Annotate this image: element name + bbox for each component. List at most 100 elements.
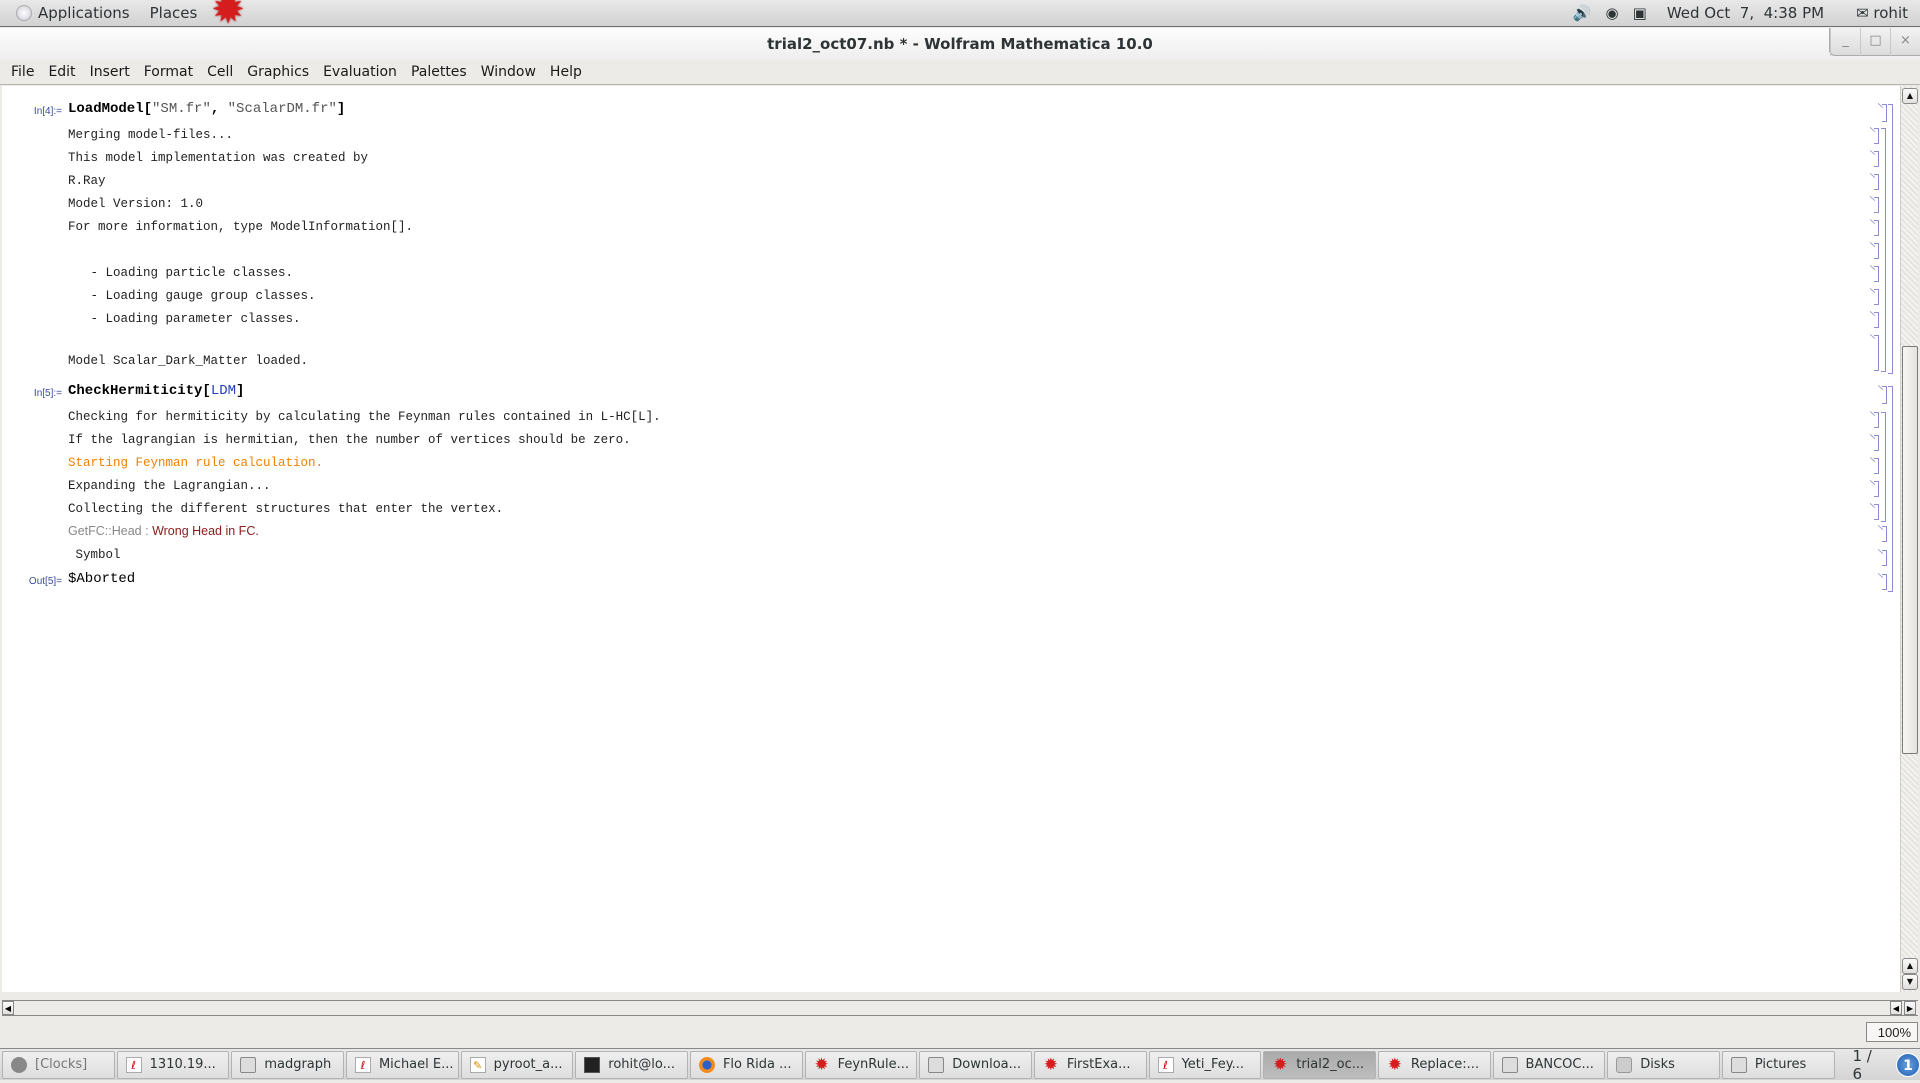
scroll-up-button[interactable]: ▲ (1902, 88, 1918, 104)
mathematica-app-icon[interactable] (207, 0, 253, 30)
cell-bracket[interactable] (1874, 481, 1879, 497)
scroll-right-button[interactable]: ▶ (1904, 1001, 1916, 1015)
mathematica-icon: ✹ (1043, 1054, 1059, 1075)
scroll-up-button-bottom[interactable]: ▲ (1902, 958, 1918, 974)
print-cell-highlight[interactable]: Starting Feynman rule calculation. (68, 456, 323, 470)
vertical-scrollbar[interactable]: ▲ ▲ ▼ (1900, 86, 1918, 992)
menu-window[interactable]: Window (474, 60, 543, 85)
cell-bracket[interactable] (1874, 458, 1879, 474)
menu-format[interactable]: Format (137, 60, 200, 85)
group-bracket-in5[interactable] (1888, 386, 1893, 592)
group-bracket-prints[interactable] (1881, 412, 1886, 522)
menu-palettes[interactable]: Palettes (404, 60, 474, 85)
task-terminal[interactable]: rohit@lo... (575, 1050, 688, 1079)
cell-bracket[interactable] (1874, 220, 1879, 236)
print-cell[interactable]: - Loading gauge group classes. (68, 289, 316, 303)
task-yeti[interactable]: ℓ Yeti_Fey... (1148, 1050, 1262, 1079)
vertical-scroll-thumb[interactable] (1902, 346, 1918, 754)
print-cell[interactable]: Expanding the Lagrangian... (68, 479, 271, 493)
cell-bracket[interactable] (1882, 526, 1887, 542)
workspace-switcher[interactable]: 1 / 6 (1843, 1047, 1897, 1083)
cell-bracket[interactable] (1874, 266, 1879, 282)
task-pyroot[interactable]: ✎ pyroot_a... (460, 1050, 574, 1079)
cell-bracket[interactable] (1874, 151, 1879, 167)
task-pdf-1310[interactable]: ℓ 1310.19... (116, 1050, 230, 1079)
cell-bracket[interactable] (1882, 104, 1887, 122)
bracket-close: ] (236, 383, 245, 399)
cell-bracket[interactable] (1874, 435, 1879, 451)
zoom-level-menu[interactable]: 100% (1866, 1022, 1918, 1042)
task-firefox[interactable]: Flo Rida ... (689, 1050, 803, 1079)
applications-menu[interactable]: Applications (0, 0, 140, 27)
print-cell[interactable]: Checking for hermiticity by calculating … (68, 410, 661, 424)
task-firstexa[interactable]: ✹ FirstExa... (1033, 1050, 1147, 1079)
task-downloads[interactable]: Downloa... (919, 1050, 1032, 1079)
cell-bracket[interactable] (1882, 386, 1887, 404)
menu-edit[interactable]: Edit (41, 60, 82, 85)
symbol-arg: LDM (210, 383, 237, 399)
task-michael[interactable]: ℓ Michael E... (345, 1050, 459, 1079)
task-bancoc[interactable]: BANCOC... (1492, 1050, 1606, 1079)
print-cell[interactable]: Model Version: 1.0 (68, 197, 203, 211)
close-button[interactable]: × (1890, 28, 1920, 56)
clock-datetime[interactable]: Wed Oct 7, 4:38 PM (1667, 4, 1824, 22)
minimize-button[interactable]: _ (1830, 28, 1860, 56)
cell-bracket[interactable] (1874, 128, 1879, 144)
menu-insert[interactable]: Insert (83, 60, 137, 85)
scroll-left-button[interactable]: ◀ (2, 1001, 14, 1015)
cell-bracket[interactable] (1874, 312, 1879, 328)
print-cell[interactable]: Symbol (68, 548, 121, 562)
menu-help[interactable]: Help (543, 60, 589, 85)
network-icon[interactable]: ▣ (1633, 4, 1647, 22)
places-menu[interactable]: Places (140, 0, 208, 27)
print-cell[interactable]: - Loading particle classes. (68, 266, 294, 280)
scroll-down-button[interactable]: ▼ (1902, 974, 1918, 990)
menu-file[interactable]: File (4, 60, 41, 85)
menu-graphics[interactable]: Graphics (240, 60, 316, 85)
cell-bracket[interactable] (1874, 243, 1879, 259)
group-bracket-prints[interactable] (1881, 128, 1886, 372)
cell-bracket[interactable] (1882, 550, 1887, 566)
menu-cell[interactable]: Cell (200, 60, 240, 85)
output-cell-5[interactable]: $Aborted (68, 571, 135, 587)
group-bracket-in4[interactable] (1888, 104, 1893, 374)
print-cell[interactable]: This model implementation was created by (68, 151, 368, 165)
window-titlebar[interactable]: trial2_oct07.nb * - Wolfram Mathematica … (0, 28, 1920, 60)
print-cell[interactable]: If the lagrangian is hermitian, then the… (68, 433, 631, 447)
task-disks[interactable]: Disks (1607, 1050, 1720, 1079)
notebook-area[interactable]: In[4]:= LoadModel["SM.fr", "ScalarDM.fr"… (2, 86, 1900, 992)
scroll-left-button-end[interactable]: ◀ (1890, 1001, 1902, 1015)
print-cell[interactable]: Merging model-files... (68, 128, 233, 142)
cell-bracket[interactable] (1882, 574, 1887, 590)
cell-bracket[interactable] (1874, 174, 1879, 190)
cell-bracket[interactable] (1874, 412, 1879, 428)
task-clocks[interactable]: [Clocks] (2, 1050, 115, 1079)
horizontal-scrollbar[interactable]: ◀ ◀ ▶ (2, 1000, 1918, 1016)
task-madgraph[interactable]: madgraph (231, 1050, 344, 1079)
input-cell-5[interactable]: CheckHermiticity[LDM] (68, 383, 244, 399)
print-cell[interactable]: - Loading parameter classes. (68, 312, 301, 326)
print-cell[interactable]: R.Ray (68, 174, 106, 188)
maximize-button[interactable]: □ (1860, 28, 1890, 56)
user-menu[interactable]: ✉ rohit (1856, 4, 1908, 22)
print-cell[interactable]: Collecting the different structures that… (68, 502, 503, 516)
input-cell-4[interactable]: LoadModel["SM.fr", "ScalarDM.fr"] (68, 101, 345, 117)
cell-bracket[interactable] (1874, 335, 1879, 371)
task-trial2[interactable]: ✹ trial2_oc... (1263, 1050, 1376, 1079)
cell-bracket[interactable] (1874, 504, 1879, 520)
print-cell[interactable]: For more information, type ModelInformat… (68, 220, 413, 234)
volume-icon[interactable]: 🔊 (1573, 4, 1592, 22)
task-feynrules[interactable]: ✹ FeynRule... (804, 1050, 918, 1079)
notification-badge[interactable]: 1 (1896, 1052, 1920, 1077)
menu-evaluation[interactable]: Evaluation (316, 60, 404, 85)
folder-icon (1501, 1056, 1518, 1073)
message-cell[interactable]: GetFC::Head : Wrong Head in FC. (68, 524, 259, 538)
cell-bracket[interactable] (1874, 289, 1879, 305)
task-replace[interactable]: ✹ Replace:... (1377, 1050, 1491, 1079)
print-cell[interactable]: Model Scalar_Dark_Matter loaded. (68, 354, 308, 368)
cell-bracket[interactable] (1874, 197, 1879, 213)
function-name: CheckHermiticity (68, 383, 203, 399)
headphones-icon[interactable]: ◉ (1606, 4, 1619, 22)
task-label: Disks (1640, 1057, 1675, 1072)
task-pictures[interactable]: Pictures (1721, 1050, 1835, 1079)
